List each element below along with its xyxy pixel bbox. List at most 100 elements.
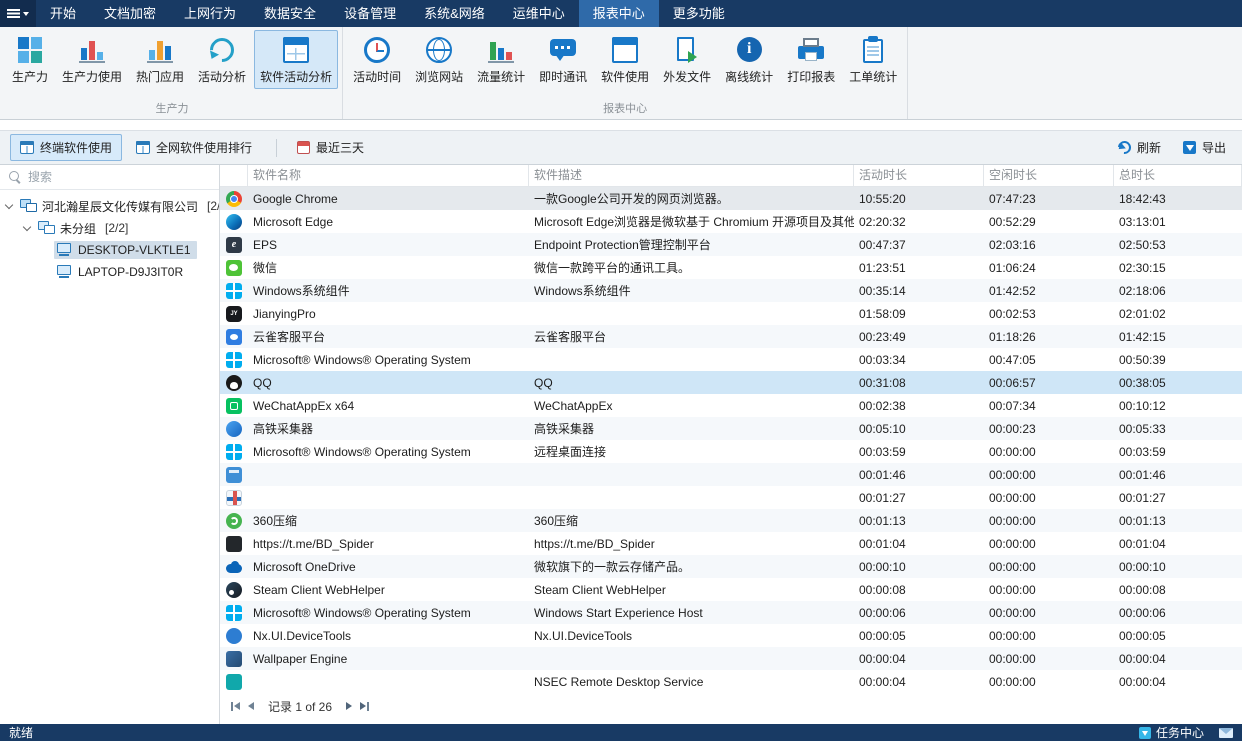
menu-item-4[interactable]: 数据安全: [250, 0, 330, 27]
eps-icon: e: [226, 237, 242, 253]
chevron-down-icon[interactable]: [23, 222, 31, 230]
app-menu-button[interactable]: [0, 0, 36, 27]
table-row[interactable]: JYJianyingPro01:58:0900:02:5302:01:02: [220, 302, 1242, 325]
table-row[interactable]: https://t.me/BD_Spiderhttps://t.me/BD_Sp…: [220, 532, 1242, 555]
software-name-cell: JianyingPro: [248, 307, 529, 321]
software-name-cell: Google Chrome: [248, 192, 529, 206]
table-row[interactable]: eEPSEndpoint Protection管理控制平台00:47:3702:…: [220, 233, 1242, 256]
table-row[interactable]: 高铁采集器高铁采集器00:05:1000:00:2300:05:33: [220, 417, 1242, 440]
device-tree: 河北瀚星辰文化传媒有限公司[2/2]未分组[2/2]DESKTOP-VLKTLE…: [0, 190, 219, 283]
date-range-button[interactable]: 最近三天: [291, 135, 370, 160]
edge-icon: [226, 214, 242, 230]
table-row[interactable]: Nx.UI.DeviceToolsNx.UI.DeviceTools00:00:…: [220, 624, 1242, 647]
table-row[interactable]: Microsoft® Windows® Operating System远程桌面…: [220, 440, 1242, 463]
steam-icon: [226, 582, 242, 598]
software-name-cell: Microsoft® Windows® Operating System: [248, 353, 529, 367]
column-header-5[interactable]: 总时长: [1114, 165, 1242, 186]
search-box[interactable]: [0, 165, 219, 190]
table-row[interactable]: QQQQ00:31:0800:06:5700:38:05: [220, 371, 1242, 394]
ribbon-item-1-1[interactable]: 生产力: [6, 30, 54, 89]
ribbon-item-2-2[interactable]: 浏览网站: [409, 30, 469, 89]
ribbon-item-label: 工单统计: [849, 68, 897, 85]
menu-item-8[interactable]: 报表中心: [579, 0, 659, 27]
search-input[interactable]: [28, 170, 210, 184]
menu-item-2[interactable]: 文档加密: [90, 0, 170, 27]
column-header-1[interactable]: 软件名称: [248, 165, 529, 186]
ribbon-item-2-1[interactable]: 活动时间: [347, 30, 407, 89]
menu-item-3[interactable]: 上网行为: [170, 0, 250, 27]
productivity-icon: [13, 35, 47, 65]
first-page-button[interactable]: [230, 702, 240, 711]
refresh-button[interactable]: 刷新: [1112, 135, 1167, 160]
ribbon-item-1-5[interactable]: 软件活动分析: [254, 30, 338, 89]
ribbon-item-2-9[interactable]: 工单统计: [843, 30, 903, 89]
table-row[interactable]: Steam Client WebHelperSteam Client WebHe…: [220, 578, 1242, 601]
table-row[interactable]: Microsoft OneDrive微软旗下的一款云存储产品。00:00:100…: [220, 555, 1242, 578]
column-header-4[interactable]: 空闲时长: [984, 165, 1114, 186]
ribbon-item-2-8[interactable]: 打印报表: [781, 30, 841, 89]
active-duration-cell: 00:01:13: [854, 514, 984, 528]
ribbon-item-1-2[interactable]: 生产力使用: [56, 30, 128, 89]
ribbon-item-1-3[interactable]: 热门应用: [130, 30, 190, 89]
menu-item-1[interactable]: 开始: [36, 0, 90, 27]
table-row[interactable]: Microsoft EdgeMicrosoft Edge浏览器是微软基于 Chr…: [220, 210, 1242, 233]
ribbon-item-2-6[interactable]: 外发文件: [657, 30, 717, 89]
table-row[interactable]: Wallpaper Engine00:00:0400:00:0000:00:04: [220, 647, 1242, 670]
next-page-button[interactable]: [346, 702, 352, 710]
table-row[interactable]: 00:01:4600:00:0000:01:46: [220, 463, 1242, 486]
view-tab-2[interactable]: 全网软件使用排行: [126, 134, 262, 161]
outgoing-files-icon: [670, 35, 704, 65]
idle-duration-cell: 00:00:00: [984, 675, 1114, 689]
export-button[interactable]: 导出: [1177, 135, 1232, 160]
ribbon-item-2-7[interactable]: 离线统计: [719, 30, 779, 89]
ribbon-item-2-5[interactable]: 软件使用: [595, 30, 655, 89]
table-row[interactable]: Windows系统组件Windows系统组件00:35:1401:42:5202…: [220, 279, 1242, 302]
table-row[interactable]: Google Chrome一款Google公司开发的网页浏览器。10:55:20…: [220, 187, 1242, 210]
ribbon-item-1-4[interactable]: 活动分析: [192, 30, 252, 89]
menu-item-5[interactable]: 设备管理: [330, 0, 410, 27]
total-duration-cell: 02:30:15: [1114, 261, 1242, 275]
total-duration-cell: 02:50:53: [1114, 238, 1242, 252]
menu-item-6[interactable]: 系统&网络: [410, 0, 499, 27]
software-activity-icon: [279, 35, 313, 65]
tree-node-3[interactable]: DESKTOP-VLKTLE1: [0, 239, 219, 261]
ribbon-item-2-4[interactable]: 即时通讯: [533, 30, 593, 89]
idle-duration-cell: 00:00:23: [984, 422, 1114, 436]
total-duration-cell: 00:05:33: [1114, 422, 1242, 436]
table-row[interactable]: 00:01:2700:00:0000:01:27: [220, 486, 1242, 509]
total-duration-cell: 00:00:08: [1114, 583, 1242, 597]
mail-icon[interactable]: [1219, 728, 1233, 738]
task-center-button[interactable]: 任务中心: [1139, 724, 1204, 741]
active-duration-cell: 00:02:38: [854, 399, 984, 413]
table-row[interactable]: Microsoft® Windows® Operating System00:0…: [220, 348, 1242, 371]
table-row[interactable]: 云雀客服平台云雀客服平台00:23:4901:18:2601:42:15: [220, 325, 1242, 348]
software-desc-cell: WeChatAppEx: [529, 399, 854, 413]
column-header-2[interactable]: 软件描述: [529, 165, 854, 186]
last-page-button[interactable]: [360, 702, 370, 711]
tree-node-4[interactable]: LAPTOP-D9J3IT0R: [0, 261, 219, 283]
menu-item-7[interactable]: 运维中心: [499, 0, 579, 27]
table-row[interactable]: WeChatAppEx x64WeChatAppEx00:02:3800:07:…: [220, 394, 1242, 417]
table-row[interactable]: NSEC Remote Desktop Service00:00:0400:00…: [220, 670, 1242, 693]
row-icon-cell: [220, 536, 248, 552]
row-icon-cell: [220, 375, 248, 391]
table-view-icon: [136, 141, 150, 154]
tree-node-2[interactable]: 未分组[2/2]: [0, 217, 219, 239]
idle-duration-cell: 07:47:23: [984, 192, 1114, 206]
software-desc-cell: QQ: [529, 376, 854, 390]
view-tab-1[interactable]: 终端软件使用: [10, 134, 122, 161]
caret-down-icon: [23, 12, 29, 19]
table-row[interactable]: 360压缩360压缩00:01:1300:00:0000:01:13: [220, 509, 1242, 532]
menu-item-9[interactable]: 更多功能: [659, 0, 739, 27]
tree-node-1[interactable]: 河北瀚星辰文化传媒有限公司[2/2]: [0, 195, 219, 217]
ribbon-item-2-3[interactable]: 流量统计: [471, 30, 531, 89]
chevron-down-icon[interactable]: [5, 200, 13, 208]
prev-page-button[interactable]: [248, 702, 254, 710]
total-duration-cell: 00:01:13: [1114, 514, 1242, 528]
windows-icon: [226, 283, 242, 299]
table-row[interactable]: Microsoft® Windows® Operating SystemWind…: [220, 601, 1242, 624]
column-header-3[interactable]: 活动时长: [854, 165, 984, 186]
software-usage-icon: [608, 35, 642, 65]
table-row[interactable]: 微信微信一款跨平台的通讯工具。01:23:5101:06:2402:30:15: [220, 256, 1242, 279]
software-name-cell: Microsoft OneDrive: [248, 560, 529, 574]
